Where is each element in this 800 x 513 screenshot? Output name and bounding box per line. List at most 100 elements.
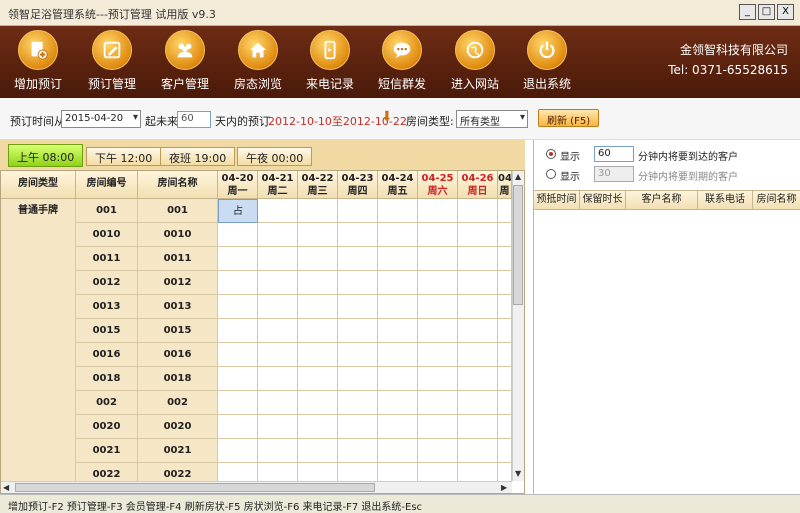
scroll-down-icon[interactable]: ▼ [515,469,521,478]
room-number-cell[interactable]: 0010 [76,223,138,247]
room-number-cell[interactable]: 0018 [76,367,138,391]
booking-cell[interactable] [258,415,298,439]
booking-cell[interactable] [218,343,258,367]
booking-cell[interactable] [298,295,338,319]
room-name-cell[interactable]: 0020 [138,415,218,439]
room-name-cell[interactable]: 0013 [138,295,218,319]
booking-cell[interactable] [298,319,338,343]
add-booking-button[interactable]: 增加预订 [4,30,72,94]
booking-cell[interactable] [378,391,418,415]
scroll-left-icon[interactable]: ◀ [3,483,9,492]
room-type-select[interactable]: 所有类型 [456,110,528,128]
booking-cell[interactable] [218,295,258,319]
booking-cell[interactable] [418,391,458,415]
room-number-cell[interactable]: 001 [76,199,138,223]
booking-cell[interactable] [498,415,512,439]
booking-cell[interactable] [338,247,378,271]
booking-cell[interactable] [458,223,498,247]
room-name-cell[interactable]: 0015 [138,319,218,343]
arrival-minutes-input[interactable]: 60 [594,146,634,162]
booking-cell[interactable] [498,319,512,343]
room-name-cell[interactable]: 0011 [138,247,218,271]
col-room-name[interactable]: 房间名称 [753,190,800,210]
booking-cell[interactable] [218,367,258,391]
booking-cell[interactable] [378,247,418,271]
booking-cell[interactable] [258,367,298,391]
sms-button[interactable]: 短信群发 [368,30,436,94]
room-name-cell[interactable]: 0012 [138,271,218,295]
room-name-cell[interactable]: 0010 [138,223,218,247]
booking-cell[interactable] [338,415,378,439]
booking-cell[interactable] [418,319,458,343]
booking-cell[interactable] [258,391,298,415]
booking-cell[interactable] [458,439,498,463]
room-name-cell[interactable]: 0016 [138,343,218,367]
booking-cell[interactable] [258,295,298,319]
col-customer-name[interactable]: 客户名称 [626,190,698,210]
call-log-button[interactable]: 来电记录 [296,30,364,94]
booking-cell[interactable] [418,367,458,391]
booking-cell[interactable] [258,439,298,463]
booking-cell[interactable] [218,223,258,247]
arrival-radio[interactable] [546,149,556,159]
booking-cell[interactable] [458,343,498,367]
maximize-button[interactable]: □ [758,4,775,20]
booking-cell[interactable] [258,343,298,367]
booking-cell[interactable] [298,271,338,295]
booking-cell[interactable] [418,271,458,295]
booking-cell[interactable] [378,343,418,367]
close-button[interactable]: X [777,4,794,20]
booking-cell[interactable] [338,295,378,319]
booking-cell[interactable] [258,223,298,247]
booking-cell[interactable] [378,271,418,295]
booking-cell[interactable] [338,367,378,391]
room-number-cell[interactable]: 0013 [76,295,138,319]
booking-cell[interactable] [298,343,338,367]
booking-cell[interactable] [218,439,258,463]
booking-cell[interactable] [298,391,338,415]
booking-cell[interactable] [498,271,512,295]
booking-cell[interactable] [498,223,512,247]
booking-cell[interactable] [338,391,378,415]
booking-cell[interactable] [498,295,512,319]
booking-cell[interactable] [498,247,512,271]
website-button[interactable]: 进入网站 [441,30,509,94]
booking-cell[interactable] [378,223,418,247]
booking-cell[interactable] [338,319,378,343]
booking-cell[interactable] [378,319,418,343]
booking-cell[interactable] [458,391,498,415]
booking-cell[interactable] [418,295,458,319]
booking-cell[interactable] [298,199,338,223]
booking-cell[interactable] [218,247,258,271]
date-header-2[interactable]: 04-22 周三 [298,171,338,199]
shift-morning-tab[interactable]: 上午 08:00 [8,144,84,167]
booking-cell[interactable] [298,367,338,391]
days-input[interactable]: 60 [177,111,211,128]
booking-cell-occupied[interactable]: 占 [218,199,258,223]
customer-manage-button[interactable]: 客户管理 [151,30,219,94]
booking-cell[interactable] [298,439,338,463]
booking-cell[interactable] [298,415,338,439]
booking-cell[interactable] [418,199,458,223]
booking-cell[interactable] [218,391,258,415]
booking-cell[interactable] [418,439,458,463]
shift-afternoon-tab[interactable]: 下午 12:00 [86,147,162,166]
booking-cell[interactable] [298,247,338,271]
room-name-cell[interactable]: 001 [138,199,218,223]
booking-cell[interactable] [498,199,512,223]
booking-cell[interactable] [458,247,498,271]
booking-cell[interactable] [258,247,298,271]
room-number-cell[interactable]: 0016 [76,343,138,367]
date-header-5[interactable]: 04-25 周六 [418,171,458,199]
booking-cell[interactable] [458,199,498,223]
shift-night-tab[interactable]: 夜班 19:00 [160,147,236,166]
exit-button[interactable]: 退出系统 [513,30,581,94]
booking-cell[interactable] [258,319,298,343]
refresh-button[interactable]: 刷新 (F5) [538,109,600,127]
date-header-7[interactable]: 04- 周 [498,171,512,199]
booking-cell[interactable] [458,367,498,391]
booking-cell[interactable] [458,319,498,343]
room-number-cell[interactable]: 002 [76,391,138,415]
booking-cell[interactable] [498,439,512,463]
booking-cell[interactable] [218,319,258,343]
